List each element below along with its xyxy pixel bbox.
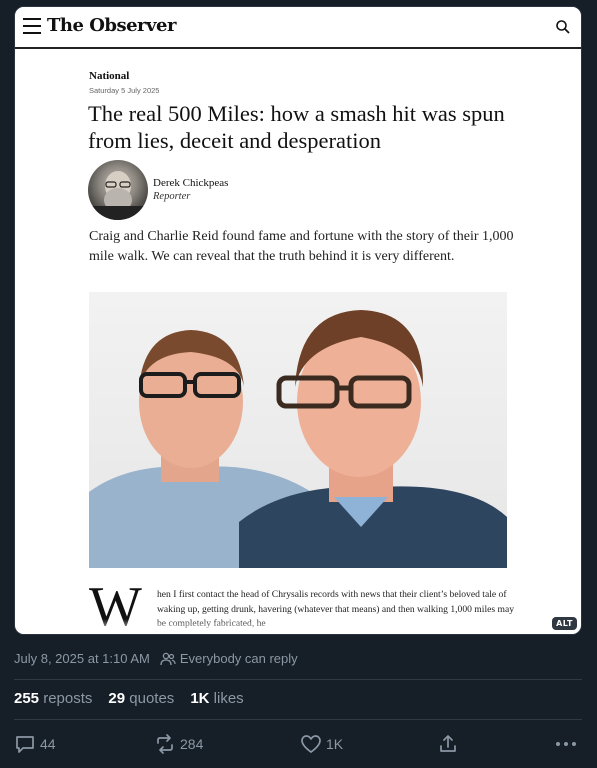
reposts-count: 255 (14, 690, 40, 707)
reply-setting[interactable]: Everybody can reply (180, 651, 298, 666)
divider (14, 679, 582, 680)
reposts-stat[interactable]: 255 reposts (14, 690, 92, 707)
post-stats: 255 reposts 29 quotes 1K likes (14, 690, 244, 707)
post-meta: July 8, 2025 at 1:10 AM Everybody can re… (14, 651, 298, 666)
reply-count: 44 (40, 736, 56, 752)
likes-stat[interactable]: 1K likes (190, 690, 243, 707)
repost-button[interactable]: 284 (154, 733, 203, 755)
article-photo (89, 292, 507, 568)
author-name: Derek Chickpeas (153, 177, 229, 189)
share-icon (440, 735, 456, 752)
like-count: 1K (326, 736, 344, 752)
article-standfirst: Craig and Charlie Reid found fame and fo… (89, 229, 514, 264)
reply-icon (16, 736, 34, 753)
people-icon (160, 652, 176, 666)
reposts-label: reposts (43, 690, 93, 707)
publication-logo: The Observer (47, 15, 176, 36)
article-section: National (89, 70, 130, 82)
likes-label: likes (213, 690, 244, 707)
share-button[interactable] (437, 733, 459, 755)
author-role: Reporter (153, 191, 191, 202)
body-fade (15, 619, 581, 634)
quotes-stat[interactable]: 29 quotes (108, 690, 174, 707)
likes-count: 1K (190, 690, 210, 707)
more-icon (556, 742, 576, 746)
hamburger-icon (23, 18, 41, 34)
like-button[interactable]: 1K (300, 733, 343, 755)
repost-icon (157, 734, 173, 754)
repost-count: 284 (180, 736, 204, 752)
embedded-image-card[interactable]: The Observer National Saturday 5 July 20… (14, 6, 582, 635)
post-actions: 44 284 1K (14, 733, 582, 757)
reply-button[interactable]: 44 (14, 733, 56, 755)
author-avatar (88, 160, 148, 220)
more-options-button[interactable] (554, 733, 578, 755)
alt-text-badge[interactable]: ALT (552, 617, 577, 630)
divider (14, 719, 582, 720)
quotes-count: 29 (108, 690, 126, 707)
search-icon (556, 20, 570, 34)
heart-icon (301, 735, 321, 753)
quotes-label: quotes (129, 690, 175, 707)
post-timestamp[interactable]: July 8, 2025 at 1:10 AM (14, 651, 150, 666)
article-date: Saturday 5 July 2025 (89, 86, 160, 95)
article-headline: The real 500 Miles: how a smash hit was … (88, 101, 505, 153)
publication-header: The Observer (15, 7, 581, 49)
